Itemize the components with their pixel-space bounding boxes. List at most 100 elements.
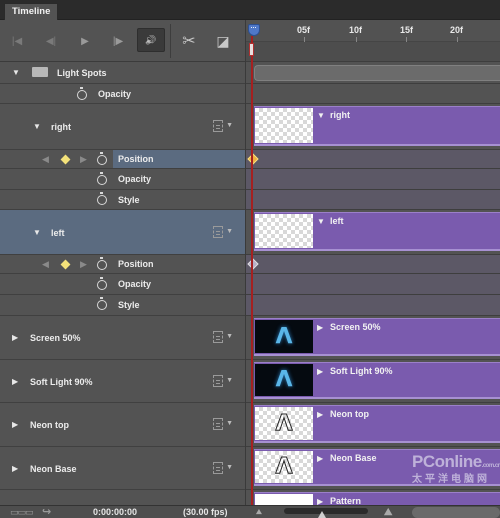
chevron-down-icon[interactable]: ▼ [226, 464, 233, 471]
frames-view-icon[interactable]: ▭▭▭ [10, 506, 33, 518]
chevron-down-icon[interactable]: ▼ [226, 377, 233, 384]
film-strip-icon[interactable] [213, 375, 223, 387]
stopwatch-icon[interactable] [97, 257, 107, 270]
clip-screen-50[interactable]: Λ ▶ Screen 50% [254, 318, 500, 356]
time-ruler[interactable]: 05f 10f 15f 20f [246, 20, 500, 42]
layer-row-neon-top[interactable]: ▶ Neon top ▼ [0, 403, 245, 447]
film-strip-icon[interactable] [213, 331, 223, 343]
stopwatch-icon[interactable] [97, 277, 107, 290]
zoom-slider-thumb[interactable] [318, 511, 326, 518]
go-to-previous-frame-button[interactable]: ◀| [40, 30, 62, 52]
zoom-slider[interactable] [284, 508, 368, 514]
layer-row-soft-light-90[interactable]: ▶ Soft Light 90% ▼ [0, 360, 245, 403]
stopwatch-icon[interactable] [97, 152, 107, 165]
clip-expand-icon[interactable]: ▶ [317, 323, 323, 332]
clip-expand-icon[interactable]: ▶ [317, 454, 323, 463]
property-name: Style [118, 300, 140, 310]
split-at-playhead-button[interactable]: ✂ [178, 30, 200, 52]
clip-expand-icon[interactable]: ▼ [317, 217, 325, 226]
stopwatch-icon[interactable] [97, 297, 107, 310]
clip-thumbnail: Λ [255, 364, 313, 396]
next-keyframe-icon[interactable]: ▶ [80, 154, 87, 165]
property-row-style[interactable]: Style [0, 190, 245, 210]
property-name: Opacity [118, 174, 152, 184]
zoom-out-icon[interactable]: ⛰ [256, 506, 262, 518]
keyframe-diamond-icon[interactable] [247, 153, 259, 165]
expand-triangle-icon[interactable]: ▶ [12, 464, 18, 473]
property-row-style[interactable]: Style [0, 295, 245, 316]
clip-neon-base[interactable]: Λ ▶ Neon Base [254, 449, 500, 486]
clip-expand-icon[interactable]: ▼ [317, 111, 325, 120]
horizontal-scrollbar[interactable] [412, 507, 500, 518]
layer-name: Neon Base [30, 464, 77, 474]
play-button[interactable]: ▶ [74, 30, 96, 52]
property-row-opacity[interactable]: Opacity [0, 84, 245, 104]
tab-timeline[interactable]: Timeline [4, 3, 58, 20]
previous-keyframe-icon[interactable]: ◀ [42, 154, 49, 165]
playback-toolbar: |◀ ◀| ▶ |▶ 🔊 ✂ ◪ [0, 20, 245, 62]
layer-row-neon-base[interactable]: ▶ Neon Base ▼ [0, 447, 245, 490]
property-row-opacity[interactable]: Opacity [0, 169, 245, 190]
track-right-position [246, 150, 500, 169]
chevron-down-icon[interactable]: ▼ [226, 333, 233, 340]
clip-right[interactable]: ▼ right [254, 106, 500, 146]
chevron-down-icon[interactable]: ▼ [226, 122, 233, 129]
work-area-bar[interactable] [246, 42, 500, 62]
track-list: ▼ right ▼ left Λ ▶ Screen 50% Λ ▶ Soft L… [246, 62, 500, 505]
track-soft-light-90: Λ ▶ Soft Light 90% [246, 360, 500, 403]
layer-row-light-spots[interactable]: ▼ Light Spots [0, 62, 245, 84]
film-strip-icon[interactable] [213, 418, 223, 430]
ruler-label: 20f [450, 25, 464, 35]
stopwatch-icon[interactable] [97, 192, 107, 205]
layer-row-left[interactable]: ▼ left ▼ [0, 210, 245, 255]
previous-keyframe-icon[interactable]: ◀ [42, 259, 49, 270]
zoom-in-icon[interactable]: ⛰ [384, 506, 392, 518]
add-keyframe-icon[interactable] [60, 154, 71, 165]
clip-expand-icon[interactable]: ▶ [317, 410, 323, 419]
add-keyframe-icon[interactable] [60, 259, 71, 270]
clip-left[interactable]: ▼ left [254, 212, 500, 251]
chevron-down-icon[interactable]: ▼ [226, 228, 233, 235]
next-keyframe-icon[interactable]: ▶ [80, 259, 87, 270]
expand-triangle-icon[interactable]: ▶ [12, 377, 18, 386]
expand-triangle-icon[interactable]: ▼ [33, 228, 41, 237]
layer-row-screen-50[interactable]: ▶ Screen 50% ▼ [0, 316, 245, 360]
previous-frame-icon: ◀| [45, 35, 57, 47]
track-pattern: ▶ Pattern [246, 490, 500, 505]
stopwatch-icon[interactable] [77, 87, 87, 100]
property-row-opacity[interactable]: Opacity [0, 274, 245, 295]
expand-triangle-icon[interactable]: ▼ [12, 68, 20, 77]
expand-triangle-icon[interactable]: ▶ [12, 333, 18, 342]
clip-expand-icon[interactable]: ▶ [317, 497, 323, 505]
chevron-down-icon[interactable]: ▼ [226, 420, 233, 427]
clip-soft-light-90[interactable]: Λ ▶ Soft Light 90% [254, 362, 500, 399]
film-strip-icon[interactable] [213, 226, 223, 238]
property-row-position[interactable]: ◀ ▶ Position [0, 150, 245, 169]
playhead-handle[interactable] [248, 22, 260, 36]
film-strip-icon[interactable] [213, 120, 223, 132]
expand-triangle-icon[interactable]: ▼ [33, 122, 41, 131]
property-name: Opacity [118, 279, 152, 289]
clip-neon-top[interactable]: Λ ▶ Neon top [254, 405, 500, 443]
layer-name: Soft Light 90% [30, 377, 93, 387]
clip-pattern[interactable]: ▶ Pattern [254, 492, 500, 505]
property-name: Position [118, 259, 154, 269]
go-to-next-frame-button[interactable]: |▶ [107, 30, 129, 52]
film-strip-icon[interactable] [213, 462, 223, 474]
go-to-first-frame-button[interactable]: |◀ [6, 30, 28, 52]
transitions-button[interactable]: ◪ [212, 30, 234, 52]
playhead-grip[interactable] [249, 43, 254, 56]
outline-letter-icon: Λ [275, 411, 293, 437]
render-video-icon[interactable]: ↪ [42, 506, 51, 518]
toggle-audio-button[interactable]: 🔊 [137, 28, 165, 52]
property-row-position[interactable]: ◀ ▶ Position [0, 255, 245, 274]
play-icon: ▶ [81, 35, 89, 47]
keyframe-diamond-icon[interactable] [247, 258, 259, 270]
stopwatch-icon[interactable] [97, 172, 107, 185]
expand-triangle-icon[interactable]: ▶ [12, 420, 18, 429]
clip-name: right [330, 110, 350, 120]
layer-row-right[interactable]: ▼ right ▼ [0, 104, 245, 150]
next-frame-icon: |▶ [112, 35, 124, 47]
group-clip[interactable] [254, 65, 500, 81]
clip-expand-icon[interactable]: ▶ [317, 367, 323, 376]
